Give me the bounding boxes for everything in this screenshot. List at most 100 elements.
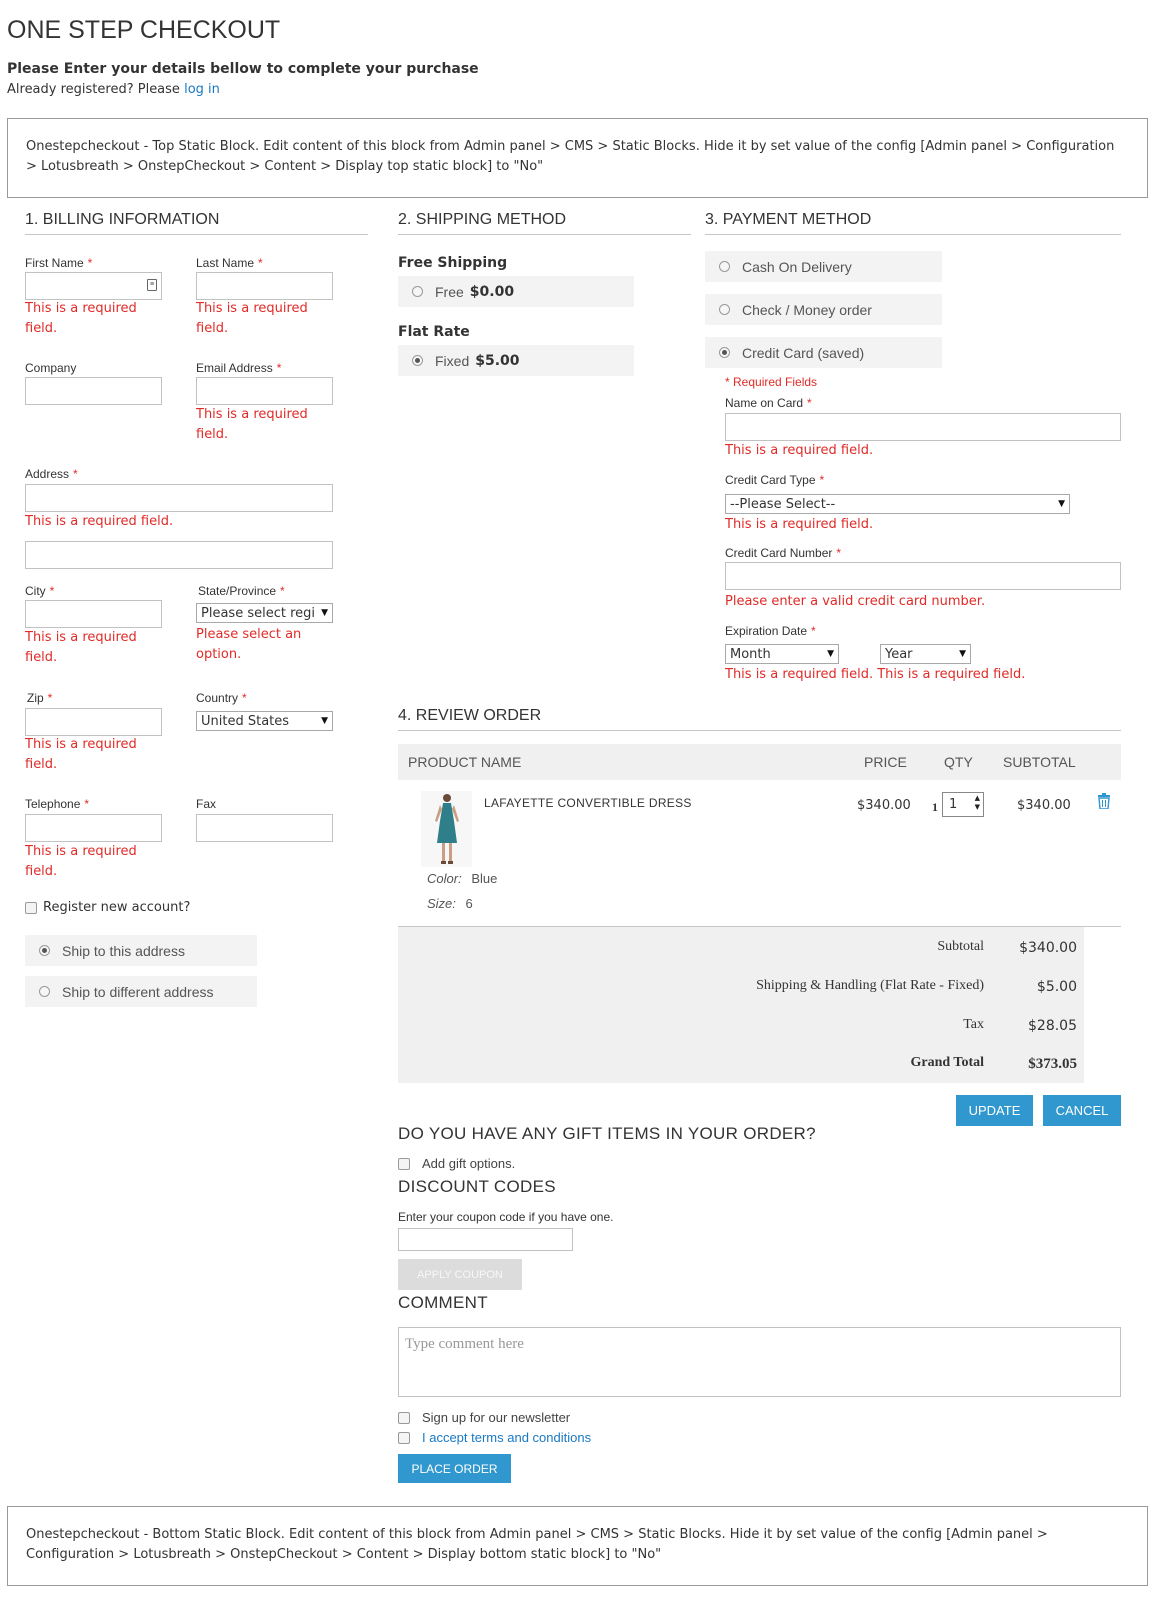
flat-rate-heading: Flat Rate: [398, 324, 470, 340]
check-money-order-option[interactable]: Check / Money order: [705, 294, 942, 325]
gift-checkbox[interactable]: [398, 1157, 410, 1170]
top-static-block: Onestepcheckout - Top Static Block. Edit…: [7, 118, 1148, 198]
email-label-text: Email Address: [196, 361, 273, 375]
newsletter-option[interactable]: Sign up for our newsletter: [398, 1410, 570, 1425]
trash-icon[interactable]: [1097, 793, 1111, 812]
product-name-link[interactable]: LAFAYETTE CONVERTIBLE DRESS: [484, 796, 692, 810]
flat-rate-radio[interactable]: [412, 355, 423, 366]
email-label: Email Address *: [196, 361, 281, 375]
register-account-option[interactable]: Register new account?: [25, 900, 190, 915]
free-shipping-option[interactable]: Free $0.00: [398, 276, 634, 307]
ship-to-this-address-option[interactable]: Ship to this address: [25, 935, 257, 966]
cc-radio[interactable]: [719, 347, 730, 358]
newsletter-label: Sign up for our newsletter: [422, 1410, 571, 1425]
autofill-icon[interactable]: ≡: [147, 279, 157, 291]
exp-year-select[interactable]: Year ▼: [880, 644, 971, 664]
newsletter-checkbox[interactable]: [398, 1411, 410, 1424]
expiration-date-label-text: Expiration Date: [725, 624, 808, 638]
first-name-input[interactable]: ≡: [25, 272, 162, 300]
already-registered-text: Already registered? Please: [7, 82, 180, 97]
bottom-static-block: Onestepcheckout - Bottom Static Block. E…: [7, 1506, 1148, 1586]
exp-year-value: Year: [885, 646, 913, 662]
address-label: Address *: [25, 467, 78, 481]
terms-option[interactable]: I accept terms and conditions: [398, 1430, 591, 1445]
required-asterisk: *: [811, 624, 816, 638]
first-name-error: This is a required field.: [25, 301, 137, 336]
coupon-input[interactable]: [398, 1228, 573, 1251]
check-label: Check / Money order: [742, 301, 872, 318]
cc-type-select-value: --Please Select--: [730, 496, 836, 512]
city-input[interactable]: [25, 600, 162, 628]
cancel-button[interactable]: CANCEL: [1043, 1095, 1121, 1126]
expiration-date-label: Expiration Date *: [725, 624, 816, 638]
ship-this-radio[interactable]: [39, 945, 50, 956]
state-select[interactable]: Please select regi ▼: [196, 603, 333, 623]
apply-coupon-button[interactable]: APPLY COUPON: [398, 1259, 522, 1290]
fax-label: Fax: [196, 797, 217, 811]
ship-different-radio[interactable]: [39, 986, 50, 997]
gift-options-label: Add gift options.: [422, 1156, 516, 1171]
ship-different-label: Ship to different address: [62, 983, 214, 1000]
last-name-label-text: Last Name: [196, 256, 255, 270]
last-name-input[interactable]: [196, 272, 333, 300]
terms-link[interactable]: I accept terms and conditions: [422, 1430, 591, 1445]
page-title: ONE STEP CHECKOUT: [7, 16, 281, 44]
intro-text: Please Enter your details bellow to comp…: [7, 61, 479, 77]
gift-options-option[interactable]: Add gift options.: [398, 1156, 515, 1171]
comment-textarea[interactable]: Type comment here: [398, 1327, 1121, 1397]
place-order-button[interactable]: PLACE ORDER: [398, 1454, 511, 1483]
item-color-option: Color: Blue: [427, 871, 497, 886]
first-name-label: First Name *: [25, 256, 92, 270]
email-input[interactable]: [196, 377, 333, 405]
name-on-card-label: Name on Card *: [725, 396, 812, 410]
fax-input[interactable]: [196, 814, 333, 842]
zip-label-text: Zip: [27, 691, 44, 705]
credit-card-option[interactable]: Credit Card (saved): [705, 337, 942, 368]
company-input[interactable]: [25, 377, 162, 405]
update-button[interactable]: UPDATE: [956, 1095, 1033, 1126]
ship-to-different-address-option[interactable]: Ship to different address: [25, 976, 257, 1007]
register-checkbox[interactable]: [25, 901, 37, 914]
shipping-handling-value: $5.00: [1036, 979, 1077, 995]
cod-radio[interactable]: [719, 261, 730, 272]
exp-month-select[interactable]: Month ▼: [725, 644, 839, 664]
free-shipping-radio[interactable]: [412, 286, 423, 297]
address-line2-input[interactable]: [25, 541, 333, 569]
tax-value: $28.05: [1028, 1018, 1077, 1034]
required-asterisk: *: [49, 584, 55, 598]
register-label: Register new account?: [43, 900, 191, 915]
address-line1-input[interactable]: [25, 484, 333, 512]
terms-checkbox[interactable]: [398, 1431, 410, 1444]
telephone-input[interactable]: [25, 814, 162, 842]
gift-section-title: DO YOU HAVE ANY GIFT ITEMS IN YOUR ORDER…: [398, 1124, 816, 1143]
qty-stepper-arrows[interactable]: ▲ ▼: [975, 794, 980, 812]
login-link[interactable]: log in: [184, 82, 220, 97]
zip-input[interactable]: [25, 708, 162, 736]
required-asterisk: *: [276, 361, 282, 375]
name-on-card-error: This is a required field.: [725, 443, 874, 458]
cc-type-select[interactable]: --Please Select-- ▼: [725, 494, 1070, 514]
zip-error: This is a required field.: [25, 737, 137, 772]
state-select-value: Please select regi: [201, 605, 315, 621]
state-error: Please select an option.: [196, 627, 302, 662]
check-radio[interactable]: [719, 304, 730, 315]
discount-section-title: DISCOUNT CODES: [398, 1177, 556, 1196]
city-label: City *: [25, 584, 54, 598]
grand-total-value: $373.05: [1028, 1056, 1077, 1072]
ship-this-label: Ship to this address: [62, 942, 185, 959]
cash-on-delivery-option[interactable]: Cash On Delivery: [705, 251, 942, 282]
required-asterisk: *: [280, 584, 285, 598]
product-thumbnail[interactable]: [421, 791, 472, 867]
name-on-card-input[interactable]: [725, 413, 1121, 441]
flat-rate-option[interactable]: Fixed $5.00: [398, 345, 634, 376]
qty-stepper[interactable]: 1 ▲ ▼: [942, 792, 984, 817]
country-select[interactable]: United States ▼: [196, 711, 333, 731]
payment-section-title: 3. PAYMENT METHOD: [705, 211, 1121, 235]
cc-number-input[interactable]: [725, 562, 1121, 590]
item-qty-label: 1: [932, 800, 938, 814]
chevron-down-icon: ▼: [1058, 499, 1065, 509]
shipping-section-title: 2. SHIPPING METHOD: [398, 211, 691, 235]
cc-type-label: Credit Card Type *: [725, 473, 824, 487]
required-asterisk: *: [73, 467, 78, 481]
dress-image: [421, 791, 472, 867]
